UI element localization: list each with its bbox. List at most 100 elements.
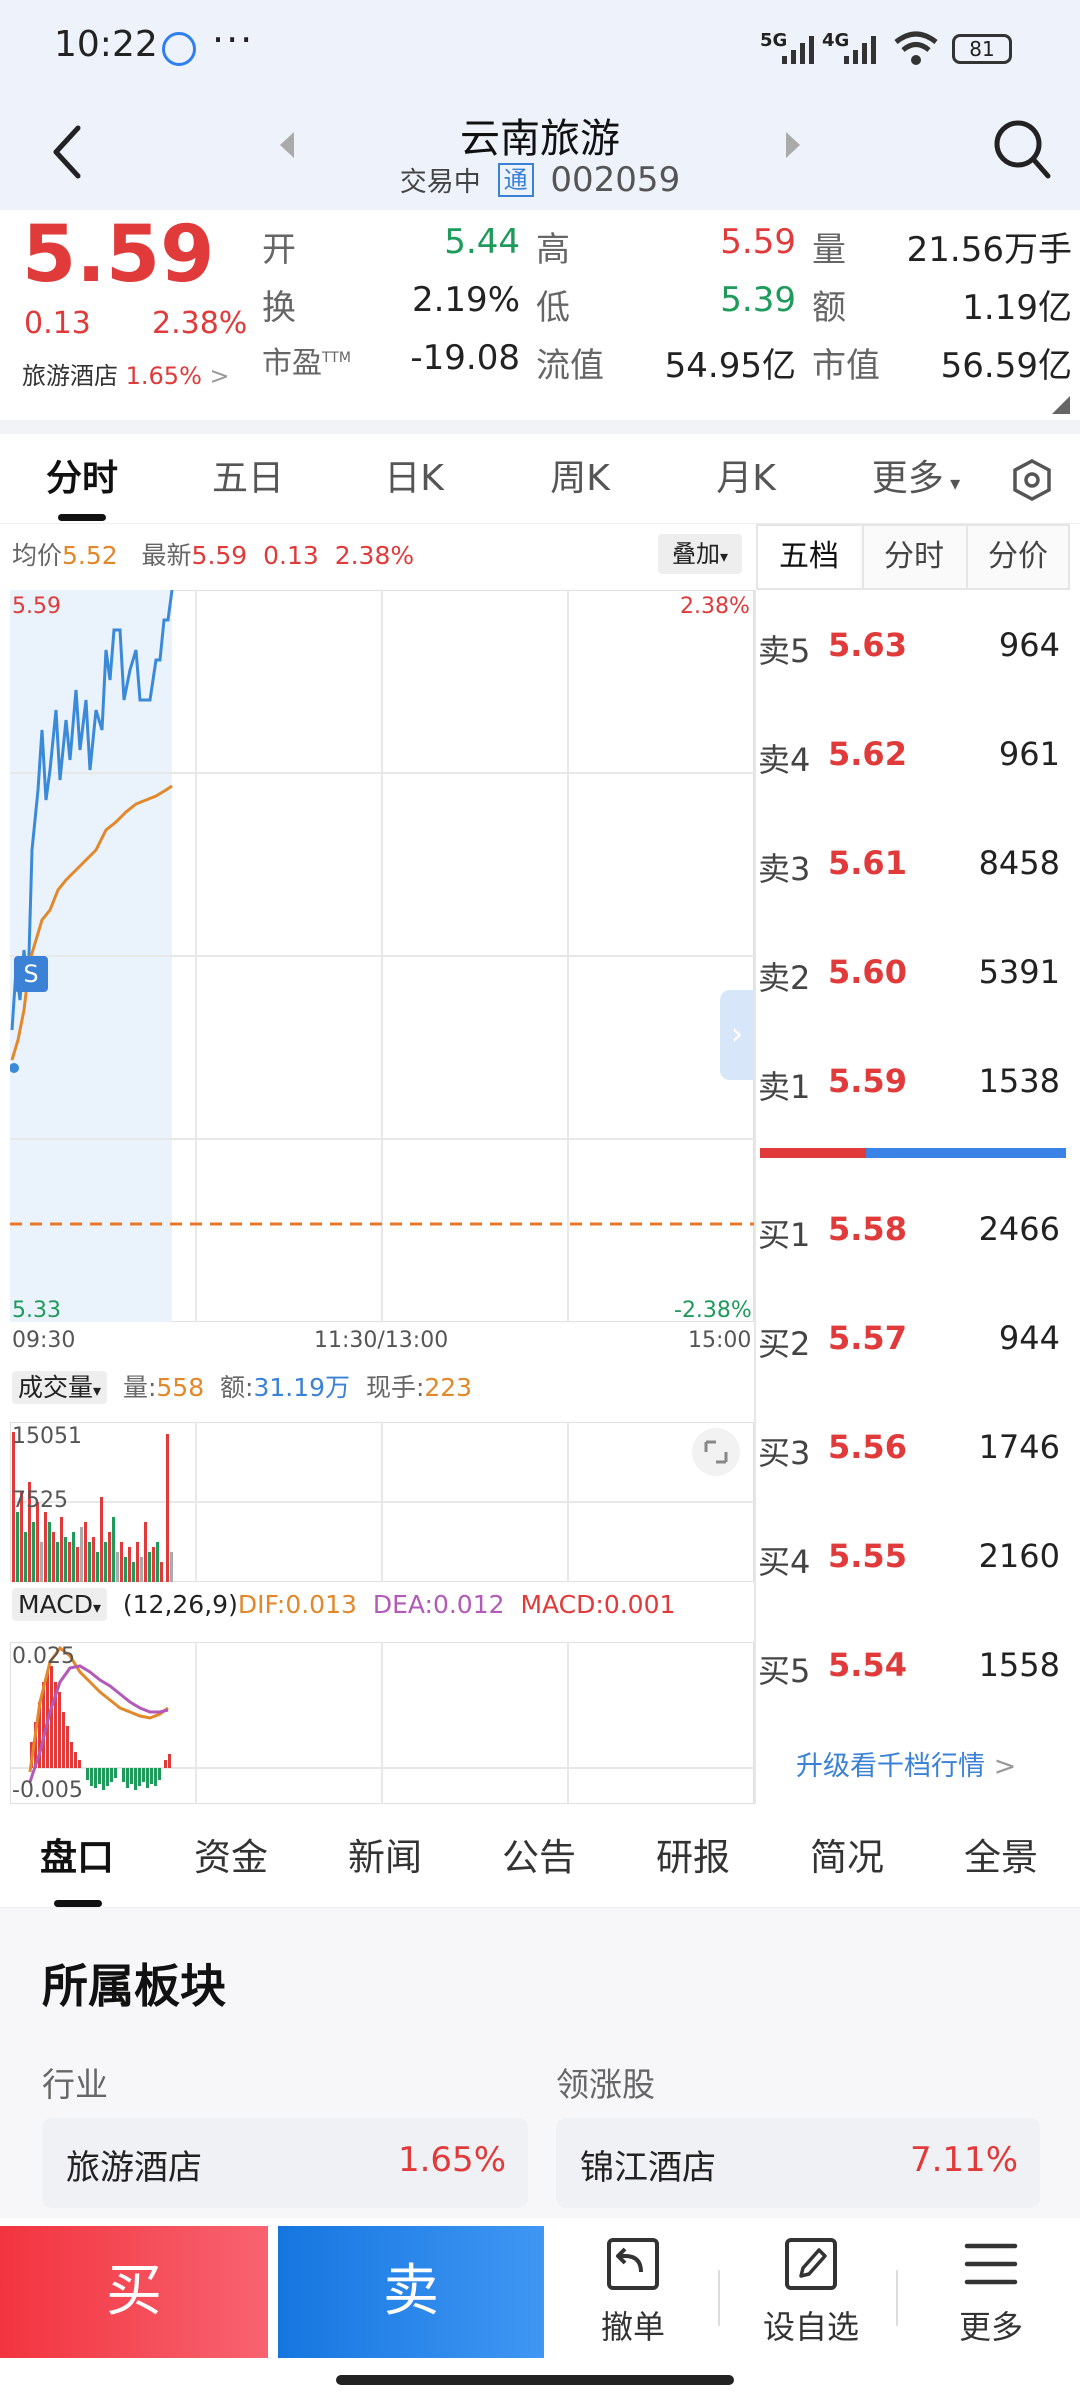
more-dots-icon: ···	[212, 18, 255, 62]
tab-five-levels[interactable]: 五档	[758, 526, 860, 588]
latest-value: 5.59	[191, 541, 248, 570]
tab-announcements[interactable]: 公告	[476, 1808, 602, 1908]
vol-hand: 223	[424, 1373, 473, 1402]
macd-legend: MACD▾ (12,26,9)DIF:0.013 DEA:0.012 MACD:…	[12, 1588, 752, 1636]
sell2-volume: 5391	[978, 953, 1060, 991]
caret-down-icon: ▾	[943, 471, 961, 495]
overlay-button[interactable]: 叠加▾	[658, 534, 742, 574]
add-watchlist-button[interactable]: 设自选	[736, 2236, 886, 2348]
sell1-price: 5.59	[828, 1062, 907, 1100]
tab-weekly-k[interactable]: 周K	[518, 434, 642, 524]
volume-chart[interactable]	[10, 1422, 754, 1582]
sell-level-5[interactable]: 卖5 5.63 964	[758, 616, 1068, 676]
leader-label: 领涨股	[556, 2065, 655, 2104]
tab-more[interactable]: 更多 ▾	[846, 434, 986, 524]
sell-level-4[interactable]: 卖4 5.62 961	[758, 725, 1068, 785]
industry-card[interactable]: 旅游酒店 1.65%	[42, 2118, 528, 2208]
edit-watchlist-icon	[785, 2238, 837, 2290]
tab-daily-k[interactable]: 日K	[352, 434, 476, 524]
sell-level-2[interactable]: 卖2 5.60 5391	[758, 943, 1068, 1003]
fullscreen-button[interactable]	[692, 1428, 740, 1476]
sell3-volume: 8458	[978, 844, 1060, 882]
more-actions-button[interactable]: 更多	[916, 2236, 1066, 2348]
next-stock-icon[interactable]	[782, 130, 802, 160]
tab-news[interactable]: 新闻	[322, 1808, 448, 1908]
expand-corner-icon[interactable]	[1052, 396, 1070, 414]
home-indicator[interactable]	[336, 2375, 734, 2385]
high-label: 高	[536, 230, 570, 270]
intraday-chart-area: 均价5.52 最新5.59 0.13 2.38% 叠加▾ 5.59 2.38% …	[0, 524, 1080, 1804]
sell-level-3[interactable]: 卖3 5.61 8458	[758, 834, 1068, 894]
amount-label: 额	[812, 288, 846, 328]
tab-monthly-k[interactable]: 月K	[684, 434, 808, 524]
price-chart[interactable]	[10, 590, 754, 1322]
sell-button[interactable]: 卖	[278, 2226, 544, 2358]
expand-panel-handle[interactable]: ›	[720, 990, 754, 1080]
y-axis-top: 5.59	[12, 594, 61, 619]
buy-level-3[interactable]: 买3 5.56 1746	[758, 1418, 1068, 1478]
info-tabs: 盘口 资金 新闻 公告 研报 简况 全景	[0, 1808, 1080, 1908]
divider-band	[0, 420, 1080, 434]
avg-label: 均价	[12, 541, 63, 570]
settings-hexagon-icon[interactable]	[1010, 458, 1054, 502]
upgrade-depth-link[interactable]: 升级看千档行情 >	[796, 1744, 1016, 1783]
macd-chart[interactable]	[10, 1642, 754, 1804]
s-marker[interactable]: S	[14, 956, 48, 992]
cancel-order-button[interactable]: 撤单	[558, 2236, 708, 2348]
tab-research[interactable]: 研报	[630, 1808, 756, 1908]
tab-intraday[interactable]: 分时	[20, 434, 144, 524]
industry-name: 旅游酒店	[66, 2148, 202, 2188]
dif-value: 0.013	[285, 1590, 357, 1619]
sell4-price: 5.62	[828, 735, 907, 773]
latest-pct: 2.38%	[334, 541, 415, 570]
volume-dropdown[interactable]: 成交量▾	[12, 1371, 108, 1404]
y-axis-bottom: 5.33	[12, 1298, 61, 1323]
open-value: 5.44	[444, 222, 520, 262]
search-icon[interactable]	[992, 118, 1052, 182]
tab-funds[interactable]: 资金	[168, 1808, 294, 1908]
turnover-value: 2.19%	[411, 280, 520, 320]
buy1-label: 买1	[758, 1216, 811, 1254]
tab-price-distribution[interactable]: 分价	[966, 526, 1068, 588]
caret-down-icon: ▾	[92, 1598, 101, 1617]
tab-profile[interactable]: 简况	[784, 1808, 910, 1908]
macd-dropdown[interactable]: MACD▾	[12, 1588, 107, 1621]
status-time: 10:22	[54, 24, 158, 65]
tong-badge[interactable]: 通	[497, 163, 534, 197]
macd-label: MACD:	[520, 1590, 604, 1619]
pe-ttm-sup: TTM	[322, 350, 351, 366]
buy5-volume: 1558	[978, 1646, 1060, 1684]
fullscreen-icon	[704, 1440, 728, 1464]
vol-amt-label: 额:	[220, 1373, 254, 1402]
action-bar: 买 卖 撤单 设自选 更多	[0, 2218, 1080, 2400]
dif-label: DIF:	[237, 1590, 286, 1619]
tab-five-day[interactable]: 五日	[186, 434, 310, 524]
quote-panel: 5.59 0.13 2.38% 旅游酒店 1.65% > 开 5.44 高 5.…	[0, 210, 1080, 420]
tab-active-indicator	[58, 514, 106, 521]
bid-ask-ratio-bar	[760, 1148, 1066, 1158]
leader-card[interactable]: 锦江酒店 7.11%	[556, 2118, 1040, 2208]
tab-order-book[interactable]: 盘口	[14, 1808, 140, 1908]
prev-stock-icon[interactable]	[278, 130, 298, 160]
tab-panorama[interactable]: 全景	[938, 1808, 1064, 1908]
buy-level-5[interactable]: 买5 5.54 1558	[758, 1636, 1068, 1696]
back-arrow-icon[interactable]	[48, 122, 88, 182]
sell1-label: 卖1	[758, 1068, 811, 1106]
buy-button[interactable]: 买	[0, 2226, 268, 2358]
sector-link[interactable]: 旅游酒店 1.65% >	[22, 356, 230, 391]
tab-ticks[interactable]: 分时	[862, 526, 964, 588]
time-end: 15:00	[688, 1328, 752, 1353]
buy3-volume: 1746	[978, 1428, 1060, 1466]
sector-section: 所属板块 行业 领涨股 旅游酒店 1.65% 锦江酒店 7.11%	[0, 1908, 1080, 2218]
volume-legend: 成交量▾ 量:558 额:31.19万 现手:223	[12, 1368, 752, 1414]
tab-active-indicator	[54, 1900, 102, 1907]
buy-level-1[interactable]: 买1 5.58 2466	[758, 1200, 1068, 1260]
market-cap-value: 56.59亿	[940, 346, 1072, 386]
buy-level-4[interactable]: 买4 5.55 2160	[758, 1527, 1068, 1587]
sell-level-1[interactable]: 卖1 5.59 1538	[758, 1052, 1068, 1112]
buy-level-2[interactable]: 买2 5.57 944	[758, 1309, 1068, 1369]
high-value: 5.59	[720, 222, 796, 262]
wifi-icon	[894, 31, 938, 65]
buy3-price: 5.56	[828, 1428, 907, 1466]
volume-axis-top: 15051	[12, 1424, 82, 1449]
